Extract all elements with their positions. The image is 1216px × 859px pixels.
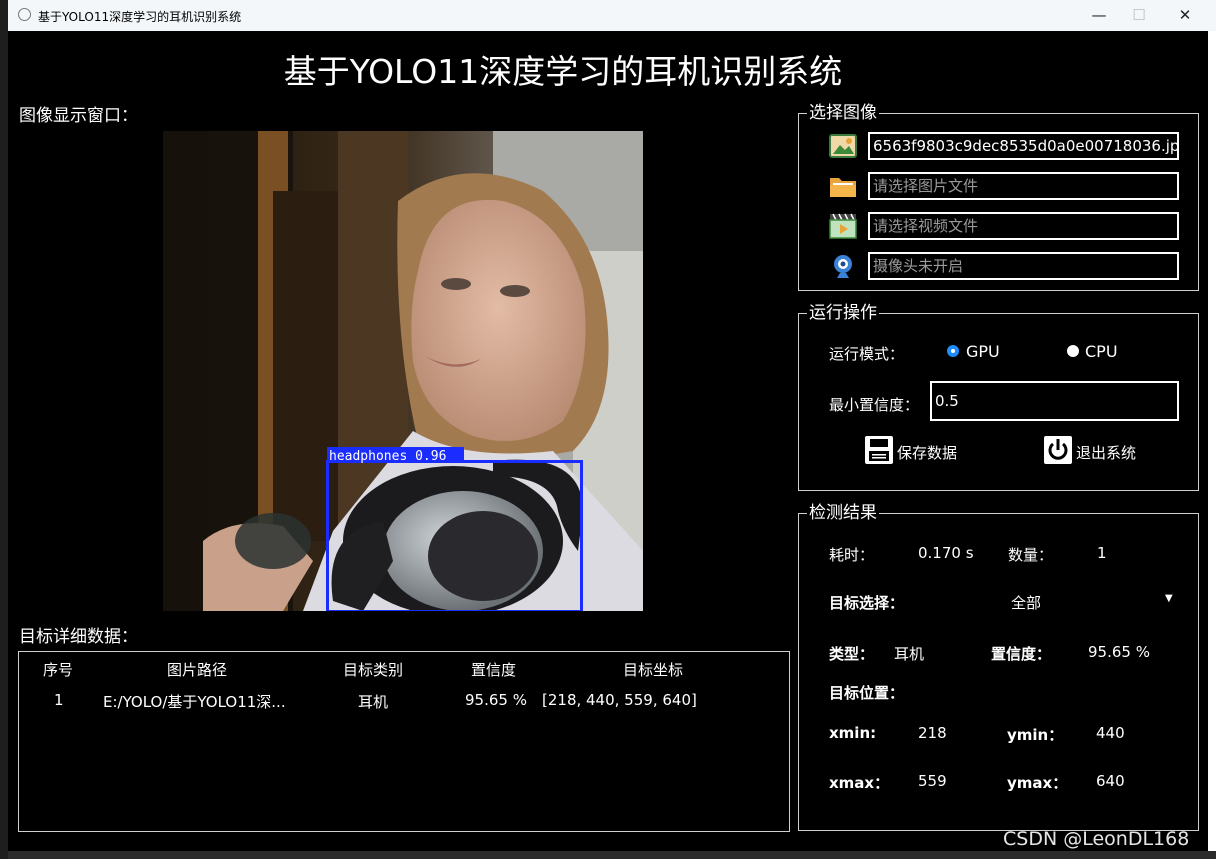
main-window: 基于YOLO11深度学习的耳机识别系统 图像显示窗口： headphones 0… [8, 31, 1208, 851]
run-operation-title: 运行操作 [807, 303, 879, 323]
window-titlebar: 基于YOLO11深度学习的耳机识别系统 — ☐ ✕ [8, 0, 1216, 31]
table-header-class: 目标类别 [343, 661, 404, 679]
save-data-button[interactable]: 保存数据 [864, 435, 964, 467]
run-operation-group: 运行操作 运行模式： GPU CPU 最小置信度： 0.5 保存数据 退出系统 [798, 303, 1199, 491]
close-button[interactable]: ✕ [1162, 0, 1208, 31]
result-table[interactable]: 序号 图片路径 目标类别 置信度 目标坐标 1 E:/YOLO/基于YOLO11… [18, 651, 790, 832]
video-icon[interactable] [829, 212, 857, 240]
confidence-value: 95.65 % [1088, 643, 1150, 661]
xmin-label: xmin: [829, 724, 877, 742]
table-header-index: 序号 [43, 661, 74, 679]
image-display: headphones 0.96 [163, 131, 643, 611]
chevron-down-icon: ▼ [1165, 593, 1173, 604]
xmax-value: 559 [918, 772, 947, 790]
cpu-radio-label[interactable]: CPU [1085, 342, 1118, 361]
type-value: 耳机 [894, 645, 925, 663]
gpu-radio-label[interactable]: GPU [966, 342, 1000, 361]
bbox-label: headphones 0.96 [329, 449, 446, 464]
row-class: 耳机 [358, 693, 389, 711]
min-confidence-label: 最小置信度： [829, 396, 920, 414]
save-data-label: 保存数据 [897, 444, 958, 462]
target-select-dropdown[interactable]: 全部 ▼ [953, 584, 1179, 616]
ymax-label: ymax： [1007, 774, 1068, 792]
target-select-label: 目标选择： [829, 594, 905, 612]
detection-result-group: 检测结果 耗时： 0.170 s 数量： 1 目标选择： 全部 ▼ 类型： 耳机… [798, 503, 1199, 831]
count-value: 1 [1097, 544, 1107, 562]
ymin-label: ymin： [1007, 726, 1064, 744]
detection-result-title: 检测结果 [807, 503, 879, 523]
row-conf: 95.65 % [465, 691, 527, 709]
watermark: CSDN @LeonDL168 [1003, 828, 1190, 850]
xmax-label: xmax： [829, 774, 890, 792]
select-image-title: 选择图像 [807, 103, 879, 123]
table-header-conf: 置信度 [471, 661, 517, 679]
background-window-strip [0, 0, 8, 859]
exit-system-label: 退出系统 [1076, 444, 1137, 462]
app-icon [18, 8, 31, 21]
row-index: 1 [54, 691, 64, 709]
cpu-radio[interactable] [1067, 345, 1079, 357]
ymin-value: 440 [1096, 724, 1125, 742]
table-header-coords: 目标坐标 [623, 661, 684, 679]
app-title: 基于YOLO11深度学习的耳机识别系统 [283, 52, 843, 91]
detection-photo: headphones 0.96 [163, 131, 643, 611]
confidence-label: 置信度： [991, 645, 1052, 663]
time-label: 耗时： [829, 546, 875, 564]
camera-icon[interactable] [829, 252, 857, 280]
ymax-value: 640 [1096, 772, 1125, 790]
image-display-label: 图像显示窗口： [19, 106, 138, 126]
select-image-group: 选择图像 6563f9803c9dec8535d0a0e00718036.jpg… [798, 103, 1199, 291]
exit-system-button[interactable]: 退出系统 [1043, 435, 1143, 467]
power-icon [1044, 436, 1072, 464]
camera-input[interactable]: 摄像头未开启 [868, 252, 1179, 280]
target-select-value: 全部 [1011, 594, 1042, 612]
window-title: 基于YOLO11深度学习的耳机识别系统 [38, 10, 242, 24]
type-label: 类型： [829, 645, 875, 663]
row-path: E:/YOLO/基于YOLO11深... [103, 693, 286, 711]
detail-data-label: 目标详细数据： [19, 627, 138, 647]
xmin-value: 218 [918, 724, 947, 742]
save-icon [865, 436, 893, 464]
image-file-input[interactable]: 请选择图片文件 [868, 172, 1179, 200]
image-icon[interactable] [829, 132, 857, 160]
min-confidence-input[interactable]: 0.5 [930, 381, 1179, 421]
table-header-path: 图片路径 [167, 661, 228, 679]
maximize-button[interactable]: ☐ [1116, 0, 1162, 31]
folder-icon[interactable] [829, 172, 857, 200]
count-label: 数量： [1008, 546, 1054, 564]
target-position-label: 目标位置： [829, 684, 905, 702]
gpu-radio[interactable] [947, 345, 959, 357]
row-coords: [218, 440, 559, 640] [542, 691, 697, 709]
image-path-input[interactable]: 6563f9803c9dec8535d0a0e00718036.jpg [868, 132, 1179, 160]
time-value: 0.170 s [918, 544, 974, 562]
run-mode-label: 运行模式： [829, 345, 905, 363]
video-file-input[interactable]: 请选择视频文件 [868, 212, 1179, 240]
bottom-strip [8, 851, 1216, 859]
